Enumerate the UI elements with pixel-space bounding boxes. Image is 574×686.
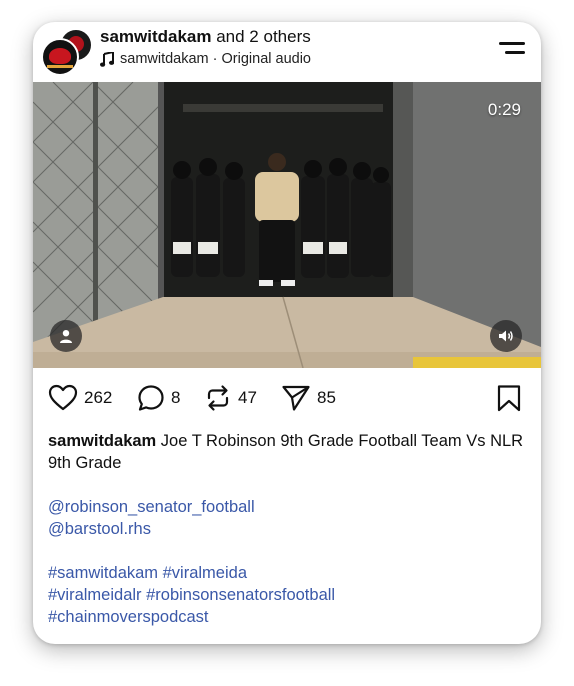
bookmark-icon[interactable] [496,384,522,412]
caption-username[interactable]: samwitdakam [48,432,156,450]
hashtag-line[interactable]: #viralmeidalr #robinsonsenatorsfootball [48,584,528,606]
post-caption: samwitdakam Joe T Robinson 9th Grade Foo… [48,430,528,628]
comment-count: 8 [171,388,181,407]
like-count: 262 [84,387,113,407]
video-frame [33,82,541,368]
repost-button[interactable]: 47 [204,384,257,412]
tagged-users-button[interactable] [50,320,82,352]
avatar-stack[interactable] [41,28,93,76]
music-note-icon [100,51,114,67]
caption-text: samwitdakam Joe T Robinson 9th Grade Foo… [48,430,528,474]
action-bar: 262 8 47 85 [33,368,541,424]
post-header: samwitdakam and 2 others samwitdakam · O… [33,22,541,82]
comment-button[interactable]: 8 [137,384,180,412]
hashtag-line[interactable]: #chainmoverspodcast [48,606,528,628]
share-count: 85 [317,388,336,407]
like-button[interactable]: 262 [48,384,112,411]
co-authors-label[interactable]: and 2 others [212,27,311,46]
mention-link[interactable]: @barstool.rhs [48,518,528,540]
video-player[interactable]: 0:29 [33,82,541,368]
video-duration: 0:29 [487,100,521,119]
hashtag-line[interactable]: #samwitdakam #viralmeida [48,562,528,584]
audio-attribution[interactable]: samwitdakam · Original audio [100,51,311,67]
hamburger-menu-icon[interactable] [499,40,525,56]
repost-count: 47 [238,388,257,407]
paper-plane-icon [282,385,310,411]
comment-bubble-icon [138,385,164,411]
post-card: samwitdakam and 2 others samwitdakam · O… [33,22,541,644]
person-icon [60,330,72,343]
mention-link[interactable]: @robinson_senator_football [48,496,528,518]
avatar [41,38,79,76]
post-authors[interactable]: samwitdakam and 2 others [100,27,311,47]
audio-label: · Original audio [208,51,311,67]
sound-toggle-button[interactable] [490,320,522,352]
heart-icon [48,384,78,411]
repost-icon [207,385,229,411]
audio-username: samwitdakam [120,51,209,67]
author-username[interactable]: samwitdakam [100,27,212,46]
share-button[interactable]: 85 [281,384,336,412]
speaker-icon [499,330,513,342]
